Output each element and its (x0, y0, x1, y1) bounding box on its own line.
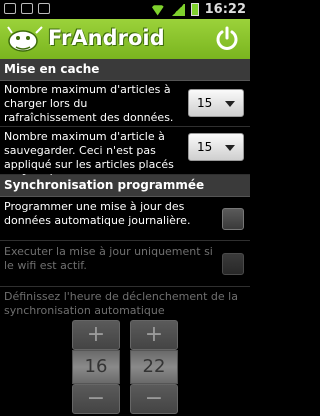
section-header-cache: Mise en cache (0, 59, 250, 81)
pref-label: Executer la mise à jour uniquement si le… (4, 245, 213, 272)
chevron-down-icon (225, 145, 235, 151)
hour-decrement-button[interactable]: − (72, 384, 120, 414)
power-icon[interactable] (214, 26, 240, 52)
sd-card-icon (38, 3, 50, 14)
pref-wifi-only[interactable]: Executer la mise à jour uniquement si le… (0, 241, 250, 287)
voicemail-icon (21, 3, 33, 14)
refresh-articles-spinner[interactable]: 15 (188, 89, 244, 117)
notification-icons (4, 3, 50, 14)
frandroid-mascot-icon (7, 26, 43, 52)
wifi-only-checkbox[interactable] (222, 253, 244, 275)
app-title: FrAndroid (48, 26, 165, 50)
hour-picker[interactable]: + 16 − (72, 320, 120, 414)
pref-save-articles[interactable]: Nombre maximum d'article à sauvegarder. … (0, 127, 250, 185)
pref-label: Nombre maximum d'articles à charger lors… (4, 83, 174, 124)
status-bar: 16:22 (0, 0, 250, 19)
chevron-down-icon (225, 101, 235, 107)
pref-label: Programmer une mise à jour des données a… (4, 200, 191, 227)
minute-decrement-button[interactable]: − (130, 384, 178, 414)
minute-increment-button[interactable]: + (130, 320, 178, 350)
usb-debug-icon (4, 3, 16, 14)
spinner-value: 15 (197, 140, 213, 154)
hour-increment-button[interactable]: + (72, 320, 120, 350)
app-bar: FrAndroid (0, 19, 250, 59)
signal-icon (170, 3, 185, 16)
minute-picker[interactable]: + 22 − (130, 320, 178, 414)
section-header-sync: Synchronisation programmée (0, 175, 250, 197)
pref-refresh-articles[interactable]: Nombre maximum d'articles à charger lors… (0, 81, 250, 127)
daily-update-checkbox[interactable] (222, 208, 244, 230)
pref-label: Définissez l'heure de déclenchement de l… (4, 290, 238, 317)
battery-icon (190, 3, 199, 16)
minute-value[interactable]: 22 (130, 350, 178, 384)
wifi-icon (150, 5, 165, 16)
save-articles-spinner[interactable]: 15 (188, 133, 244, 161)
hour-value[interactable]: 16 (72, 350, 120, 384)
status-clock: 16:22 (204, 2, 246, 17)
pref-trigger-time[interactable]: Définissez l'heure de déclenchement de l… (0, 287, 250, 416)
spinner-value: 15 (197, 96, 213, 110)
pref-daily-update[interactable]: Programmer une mise à jour des données a… (0, 197, 250, 241)
